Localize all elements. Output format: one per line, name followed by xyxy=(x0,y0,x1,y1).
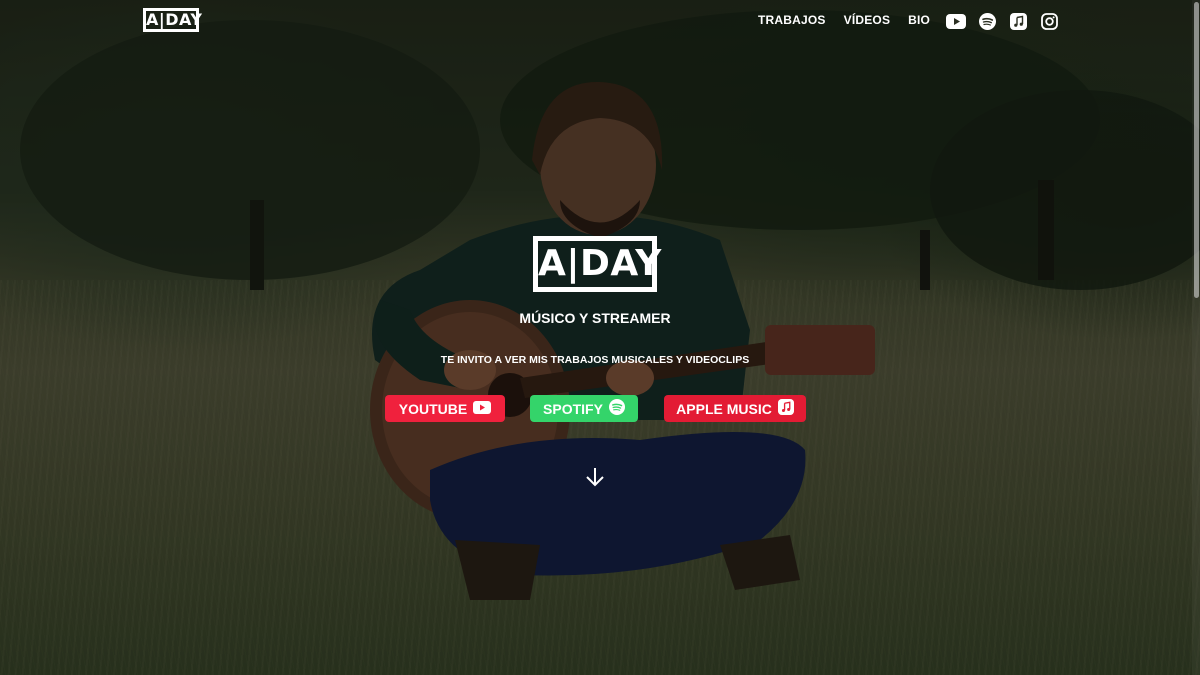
youtube-button[interactable]: YOUTUBE xyxy=(385,395,505,422)
nav-videos[interactable]: VÍDEOS xyxy=(844,13,891,27)
spotify-button[interactable]: SPOTIFY xyxy=(530,395,638,422)
arrow-down-icon[interactable] xyxy=(584,466,606,488)
youtube-icon xyxy=(473,400,492,417)
hero-subtitle: MÚSICO Y STREAMER xyxy=(519,310,671,326)
dark-overlay xyxy=(0,0,1200,675)
hero-tagline: TE INVITO A VER MIS TRABAJOS MUSICALES Y… xyxy=(440,354,750,366)
hero-logo: A|DAY xyxy=(533,236,661,292)
spotify-icon[interactable] xyxy=(977,12,997,30)
nav-trabajos[interactable]: TRABAJOS xyxy=(758,13,826,27)
site-logo[interactable]: A|DAY xyxy=(143,8,202,32)
youtube-button-label: YOUTUBE xyxy=(398,400,468,417)
instagram-icon[interactable] xyxy=(1039,12,1059,30)
apple-music-icon xyxy=(777,399,794,418)
social-links xyxy=(946,12,1059,30)
streaming-buttons: YOUTUBE SPOTIFY APPLE MUSIC xyxy=(385,395,806,422)
nav-bio[interactable]: BIO xyxy=(908,13,930,27)
spotify-icon xyxy=(608,399,625,418)
youtube-icon[interactable] xyxy=(946,12,966,30)
apple-music-button[interactable]: APPLE MUSIC xyxy=(664,395,806,422)
apple-music-button-label: APPLE MUSIC xyxy=(676,400,772,417)
page-scrollbar[interactable] xyxy=(1192,0,1200,675)
top-navigation: A|DAY TRABAJOS VÍDEOS BIO xyxy=(0,0,1200,44)
spotify-button-label: SPOTIFY xyxy=(543,400,603,417)
apple-music-icon[interactable] xyxy=(1008,12,1028,30)
scrollbar-thumb[interactable] xyxy=(1194,2,1199,298)
main-nav: TRABAJOS VÍDEOS BIO xyxy=(758,13,930,27)
